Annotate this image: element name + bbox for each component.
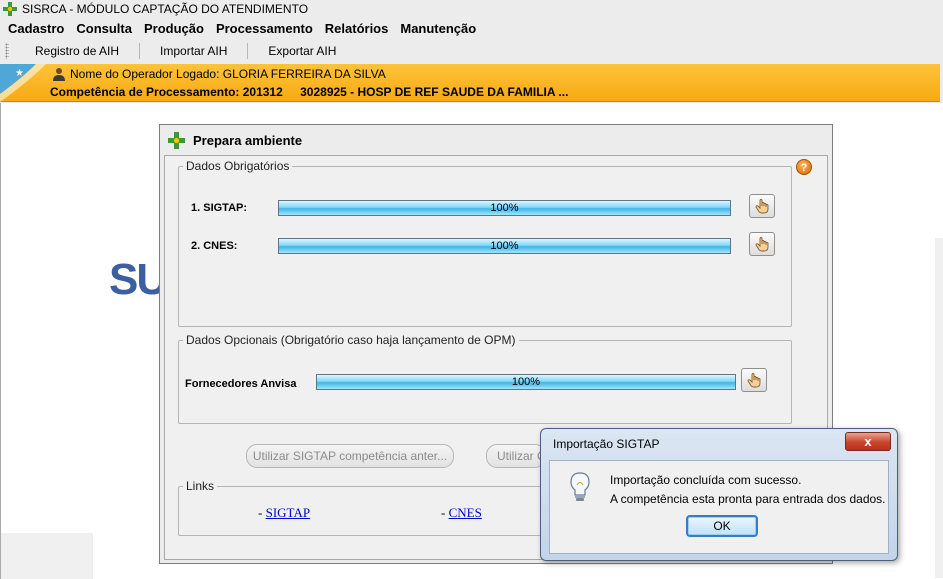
cnes-import-button[interactable]	[749, 232, 775, 256]
dados-obrigatorios-legend: Dados Obrigatórios	[186, 159, 290, 173]
help-icon[interactable]: ?	[796, 159, 812, 175]
importacao-sigtap-dialog: Importação SIGTAP x Importação concluída…	[540, 428, 898, 561]
user-icon	[53, 68, 65, 81]
cnes-progress-text: 100%	[490, 240, 519, 252]
hand-pointer-icon	[747, 373, 761, 388]
cnes-progress-bar: 100%	[278, 238, 731, 254]
toolbar-separator	[247, 43, 249, 59]
fornecedores-label: Fornecedores Anvisa	[185, 378, 297, 390]
menu-cadastro[interactable]: Cadastro	[8, 21, 64, 36]
cross-logo-icon	[3, 1, 17, 16]
cross-logo-icon	[168, 131, 185, 149]
menu-relatorios[interactable]: Relatórios	[325, 21, 389, 36]
title-bar: SISRCA - MÓDULO CAPTAÇÃO DO ATENDIMENTO	[0, 0, 943, 17]
exportar-aih-button[interactable]: Exportar AIH	[258, 44, 346, 58]
dialog-message-line1: Importação concluída com sucesso.	[610, 473, 802, 487]
fornecedores-progress-bar: 100%	[316, 374, 736, 390]
prepara-title: Prepara ambiente	[193, 132, 303, 148]
sigtap-link-item: - SIGTAP	[258, 505, 310, 521]
dialog-message-line2: A competência esta pronta para entrada d…	[610, 492, 886, 506]
links-legend: Links	[186, 479, 215, 493]
workspace-patch	[1, 533, 93, 579]
menu-bar: Cadastro Consulta Produção Processamento…	[0, 17, 943, 39]
cnes-link-item: - CNES	[441, 505, 482, 521]
fornecedores-progress-text: 100%	[511, 376, 541, 388]
link-prefix: -	[258, 505, 266, 520]
operator-info-bar: ★ Nome do Operador Logado: GLORIA FERREI…	[0, 64, 940, 102]
link-prefix: -	[441, 505, 449, 520]
menu-producao[interactable]: Produção	[144, 21, 204, 36]
operator-line: Nome do Operador Logado: GLORIA FERREIRA…	[52, 67, 386, 81]
dialog-ok-button[interactable]: OK	[686, 515, 758, 537]
dialog-body: Importação concluída com sucesso. A comp…	[549, 460, 889, 554]
importar-aih-button[interactable]: Importar AIH	[150, 44, 237, 58]
hand-pointer-icon	[755, 237, 769, 252]
sigtap-label: 1. SIGTAP:	[191, 202, 248, 214]
window-title: SISRCA - MÓDULO CAPTAÇÃO DO ATENDIMENTO	[22, 1, 309, 16]
sigtap-link[interactable]: SIGTAP	[266, 505, 310, 520]
toolbar-grip-icon[interactable]	[5, 43, 9, 59]
hand-pointer-icon	[755, 199, 769, 214]
lightbulb-icon	[570, 472, 590, 501]
menu-processamento[interactable]: Processamento	[216, 21, 313, 36]
dialog-close-button[interactable]: x	[845, 432, 891, 451]
competencia-line: Competência de Processamento: 201312 302…	[50, 85, 582, 99]
fornecedores-import-button[interactable]	[741, 368, 767, 392]
utilizar-cnes-anterior-button[interactable]: Utilizar C	[486, 444, 546, 468]
toolbar: Registro de AIH Importar AIH Exportar AI…	[0, 39, 943, 63]
menu-manutencao[interactable]: Manutenção	[400, 21, 476, 36]
cnes-link[interactable]: CNES	[449, 505, 482, 520]
registro-aih-button[interactable]: Registro de AIH	[25, 44, 129, 58]
sigtap-progress-bar: 100%	[278, 200, 731, 216]
svg-text:★: ★	[15, 68, 24, 79]
menu-consulta[interactable]: Consulta	[76, 21, 132, 36]
sus-logo: SU	[109, 255, 168, 304]
hospital-label: 3028925 - HOSP DE REF SAUDE DA FAMILIA .…	[300, 85, 569, 99]
sigtap-import-button[interactable]	[749, 194, 775, 218]
toolbar-separator	[139, 43, 141, 59]
utilizar-sigtap-anterior-button[interactable]: Utilizar SIGTAP competência anter...	[246, 444, 454, 468]
cnes-label: 2. CNES:	[191, 240, 238, 252]
sigtap-progress-text: 100%	[490, 202, 519, 214]
operator-name: Nome do Operador Logado: GLORIA FERREIRA…	[70, 67, 386, 81]
prepara-title-bar[interactable]: Prepara ambiente	[160, 125, 832, 155]
dialog-title: Importação SIGTAP	[553, 437, 660, 451]
workspace-patch	[935, 238, 943, 578]
dados-opcionais-legend: Dados Opcionais (Obrigatório caso haja l…	[186, 333, 516, 347]
brand-swoosh-icon: ★	[0, 64, 46, 102]
competencia-label: Competência de Processamento: 201312	[50, 85, 283, 99]
